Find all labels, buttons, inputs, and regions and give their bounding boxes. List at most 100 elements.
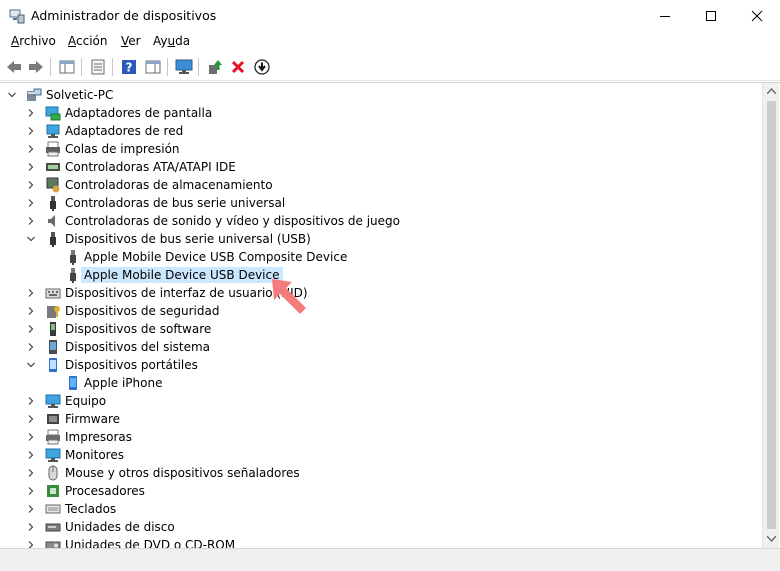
close-button[interactable] [734, 0, 780, 31]
tree-item-label: Firmware [65, 412, 120, 426]
menu-bar: Archivo Acción Ver Ayuda [0, 31, 780, 53]
tree-category[interactable]: Unidades de disco [0, 518, 762, 536]
tree-device[interactable]: Apple Mobile Device USB Device [0, 266, 762, 284]
back-button[interactable] [4, 57, 24, 77]
tree-category[interactable]: Unidades de DVD o CD-ROM [0, 536, 762, 548]
computer-monitor-icon [45, 394, 61, 408]
network-adapter-icon [46, 124, 60, 138]
disable-device-button[interactable] [252, 57, 272, 77]
tree-device[interactable]: Apple iPhone [0, 374, 762, 392]
firmware-icon [47, 414, 59, 424]
chevron-right-icon[interactable] [26, 144, 36, 154]
chevron-right-icon[interactable] [26, 108, 36, 118]
chevron-right-icon[interactable] [26, 414, 36, 424]
chevron-right-icon[interactable] [26, 450, 36, 460]
show-hide-console-tree-icon [59, 60, 75, 74]
tree-category[interactable]: Procesadores [0, 482, 762, 500]
action-pane-button[interactable] [143, 57, 163, 77]
tree-category[interactable]: Mouse y otros dispositivos señaladores [0, 464, 762, 482]
menu-ver[interactable]: Ver [121, 34, 141, 48]
security-device-icon [47, 306, 60, 318]
dvd-drive-icon [45, 541, 61, 548]
chevron-right-icon[interactable] [26, 288, 36, 298]
minimize-button[interactable] [642, 0, 688, 31]
status-bar [0, 548, 780, 571]
tree-root[interactable]: Solvetic-PC [0, 86, 762, 104]
tree-category[interactable]: Dispositivos de interfaz de usuario (HID… [0, 284, 762, 302]
tree-category[interactable]: Controladoras de almacenamiento [0, 176, 762, 194]
chevron-right-icon[interactable] [26, 396, 36, 406]
properties-icon [91, 59, 105, 75]
computer-icon [27, 88, 42, 101]
tree-category[interactable]: Adaptadores de red [0, 122, 762, 140]
chevron-right-icon[interactable] [26, 504, 36, 514]
maximize-button[interactable] [688, 0, 734, 31]
phone-icon [69, 376, 77, 390]
tree-category[interactable]: Dispositivos de seguridad [0, 302, 762, 320]
tree-category[interactable]: Dispositivos del sistema [0, 338, 762, 356]
tree-item-label: Apple Mobile Device USB Device [81, 267, 283, 283]
chevron-down-icon[interactable] [26, 234, 36, 244]
menu-ayuda[interactable]: Ayuda [153, 34, 190, 48]
tree-item-label: Monitores [65, 448, 124, 462]
scroll-up-icon[interactable] [767, 88, 776, 94]
system-device-icon [49, 340, 57, 354]
tree-item-label: Mouse y otros dispositivos señaladores [65, 466, 300, 480]
device-tree[interactable]: Solvetic-PC Adaptadores de pantalla Adapta… [0, 82, 780, 548]
tree-item-label: Teclados [65, 502, 117, 516]
chevron-right-icon[interactable] [26, 216, 36, 226]
chevron-right-icon[interactable] [26, 468, 36, 478]
help-button[interactable]: ? [119, 57, 139, 77]
chevron-right-icon[interactable] [26, 540, 36, 548]
menu-accion[interactable]: Acción [68, 34, 107, 48]
tree-category[interactable]: Dispositivos de bus serie universal (USB… [0, 230, 762, 248]
tree-category[interactable]: Colas de impresión [0, 140, 762, 158]
tree-category[interactable]: Controladoras ATA/ATAPI IDE [0, 158, 762, 176]
update-driver-icon [209, 60, 222, 74]
properties-button[interactable] [88, 57, 108, 77]
chevron-right-icon[interactable] [26, 126, 36, 136]
tree-item-label: Dispositivos portátiles [65, 358, 198, 372]
tree-item-label: Controladoras ATA/ATAPI IDE [65, 160, 236, 174]
tree-category[interactable]: Controladoras de bus serie universal [0, 194, 762, 212]
storage-controller-icon [46, 177, 60, 193]
minimize-icon [660, 15, 670, 17]
svg-text:?: ? [126, 61, 133, 75]
display-adapter-icon [45, 106, 61, 121]
tree-device[interactable]: Apple Mobile Device USB Composite Device [0, 248, 762, 266]
scrollbar-thumb[interactable] [767, 101, 776, 529]
tree-category[interactable]: Dispositivos portátiles [0, 356, 762, 374]
maximize-icon [706, 10, 716, 21]
scan-hardware-button[interactable] [174, 57, 194, 77]
tree-category[interactable]: Impresoras [0, 428, 762, 446]
tree-category[interactable]: Monitores [0, 446, 762, 464]
chevron-right-icon[interactable] [26, 306, 36, 316]
tree-category[interactable]: Equipo [0, 392, 762, 410]
forward-button[interactable] [26, 57, 46, 77]
chevron-right-icon[interactable] [26, 162, 36, 172]
tree-category[interactable]: Dispositivos de software [0, 320, 762, 338]
menu-archivo[interactable]: Archivo [11, 34, 56, 48]
tree-item-label: Controladoras de bus serie universal [65, 196, 286, 210]
portable-device-icon [49, 358, 57, 372]
chevron-right-icon[interactable] [26, 180, 36, 190]
tree-category[interactable]: Controladoras de sonido y vídeo y dispos… [0, 212, 762, 230]
chevron-right-icon[interactable] [26, 486, 36, 496]
ide-controller-icon [46, 163, 60, 171]
vertical-scrollbar[interactable] [762, 83, 779, 548]
monitor-icon [45, 448, 61, 462]
chevron-right-icon[interactable] [26, 198, 36, 208]
console-tree-button[interactable] [57, 57, 77, 77]
tree-category[interactable]: Adaptadores de pantalla [0, 104, 762, 122]
chevron-down-icon[interactable] [26, 360, 36, 370]
chevron-right-icon[interactable] [26, 522, 36, 532]
chevron-right-icon[interactable] [26, 342, 36, 352]
uninstall-button[interactable] [228, 57, 248, 77]
chevron-right-icon[interactable] [26, 432, 36, 442]
chevron-right-icon[interactable] [26, 324, 36, 334]
scroll-down-icon[interactable] [767, 536, 776, 542]
tree-category[interactable]: Teclados [0, 500, 762, 518]
chevron-down-icon[interactable] [7, 90, 17, 100]
tree-category[interactable]: Firmware [0, 410, 762, 428]
update-driver-button[interactable] [205, 57, 225, 77]
